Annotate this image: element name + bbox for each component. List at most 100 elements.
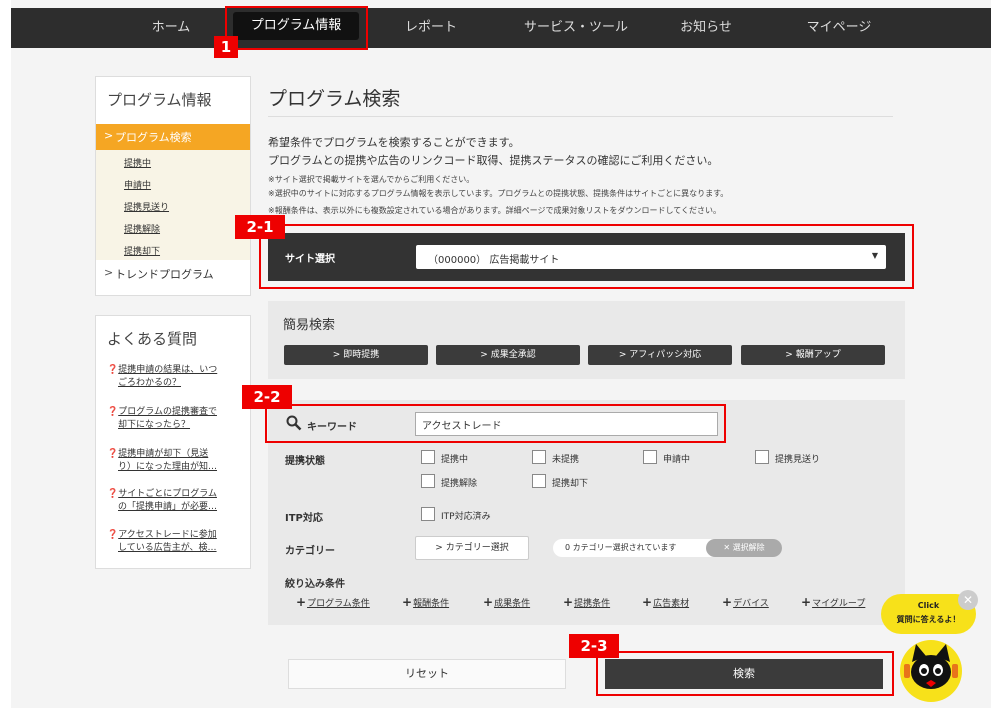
- tag-2-2: 2-2: [242, 385, 292, 409]
- faq-text: ❓アクセストレードに参加 している広告主が、検…: [107, 529, 247, 555]
- faq-line: している広告主が、検…: [118, 543, 217, 553]
- filters-label: 絞り込み条件: [285, 579, 345, 590]
- checkbox-status-cancelled[interactable]: [421, 474, 435, 488]
- faq-line: の「提携申請」が必要…: [118, 502, 218, 512]
- quick-btn-instant[interactable]: > 即時提携: [284, 345, 428, 365]
- quick-search-panel: 簡易検索 > 即時提携 > 成果全承認 > アフィパッシ対応 > 報酬アップ: [268, 301, 905, 379]
- highlight-box-1: [225, 6, 368, 50]
- sidebar-item-trend[interactable]: > トレンドプログラム: [96, 261, 250, 285]
- filter-label: デバイス: [733, 599, 769, 609]
- button-label: 選択解除: [732, 543, 765, 552]
- itp-label: ITP対応: [285, 513, 323, 524]
- highlight-box-2-1: [259, 224, 914, 289]
- category-select-button[interactable]: > カテゴリー選択: [415, 536, 529, 560]
- faq-line: ごろわかるの？: [118, 378, 182, 388]
- sidebar-subitem-rejected[interactable]: 提携却下: [124, 244, 160, 257]
- faq-text: ❓提携申請の結果は、いつ ごろわかるの？: [107, 364, 247, 390]
- plus-icon: +: [722, 595, 733, 609]
- description-line-1: 希望条件でプログラムを検索することができます。: [268, 136, 520, 149]
- sidebar-item-program-search[interactable]: > プログラム検索: [96, 124, 250, 150]
- nav-home[interactable]: ホーム: [121, 8, 221, 48]
- filter-label: マイグループ: [812, 599, 866, 609]
- sidebar-item-label: トレンドプログラム: [115, 268, 214, 281]
- status-label: 提携状態: [285, 456, 325, 467]
- filter-label: 提携条件: [574, 599, 611, 609]
- sidebar-subitem-applying[interactable]: 申請中: [124, 178, 151, 191]
- filter-reward-conditions[interactable]: +報酬条件: [402, 595, 449, 609]
- top-nav: ホーム レポート サービス・ツール お知らせ マイページ: [11, 8, 991, 48]
- category-label: カテゴリー: [285, 546, 335, 557]
- filter-ad-materials[interactable]: +広告素材: [642, 595, 689, 609]
- question-icon: ❓: [107, 530, 119, 540]
- filter-label: プログラム条件: [307, 599, 370, 609]
- nav-news[interactable]: お知らせ: [656, 8, 756, 48]
- faq-line: プログラムの提携審査で: [118, 407, 217, 417]
- nav-service-tools[interactable]: サービス・ツール: [501, 8, 651, 48]
- note-line-1: ※サイト選択で掲載サイトを選んでからご利用ください。: [268, 175, 475, 184]
- reset-button[interactable]: リセット: [288, 659, 566, 689]
- checkbox-status-rejected[interactable]: [532, 474, 546, 488]
- category-selected-text: 0 カテゴリー選択されています: [565, 543, 677, 552]
- faq-item[interactable]: ❓アクセストレードに参加 している広告主が、検…: [107, 529, 247, 555]
- quick-btn-reward-up[interactable]: > 報酬アップ: [741, 345, 885, 365]
- close-icon: ✕: [723, 543, 731, 552]
- nav-mypage[interactable]: マイページ: [789, 8, 889, 48]
- title-divider: [268, 116, 893, 117]
- faq-line: り）になった理由が知…: [118, 462, 218, 472]
- tag-1: 1: [214, 36, 238, 58]
- clear-selection-button[interactable]: ✕ 選択解除: [706, 539, 782, 557]
- highlight-box-2-2: [265, 404, 726, 443]
- faq-text: ❓提携申請が却下（見送 り）になった理由が知…: [107, 448, 247, 474]
- checkbox-status-active[interactable]: [421, 450, 435, 464]
- sidebar-item-label: プログラム検索: [115, 131, 192, 144]
- checkbox-label: ITP対応済み: [441, 512, 491, 522]
- quick-btn-all-approval[interactable]: > 成果全承認: [436, 345, 580, 365]
- sidebar-subitem-cancelled[interactable]: 提携解除: [124, 222, 160, 235]
- note-line-2: ※選択中のサイトに対応するプログラム情報を表示しています。プログラムとの提携状態…: [268, 189, 729, 198]
- faq-box: よくある質問 ❓提携申請の結果は、いつ ごろわかるの？ ❓プログラムの提携審査で却…: [95, 315, 251, 569]
- category-selection-pill: 0 カテゴリー選択されています ✕ 選択解除: [553, 539, 782, 557]
- close-icon[interactable]: ✕: [958, 590, 978, 610]
- button-label: 報酬アップ: [795, 350, 841, 360]
- nav-report[interactable]: レポート: [381, 8, 481, 48]
- checkbox-label: 未提携: [552, 455, 580, 465]
- helper-cat-mascot[interactable]: [896, 636, 966, 702]
- tag-2-3: 2-3: [569, 634, 619, 658]
- plus-icon: +: [402, 595, 413, 609]
- question-icon: ❓: [107, 449, 119, 459]
- checkbox-status-declined[interactable]: [755, 450, 769, 464]
- faq-text: ❓プログラムの提携審査で 却下になったら？: [107, 406, 247, 432]
- checkbox-status-not-partnered[interactable]: [532, 450, 546, 464]
- filter-my-group[interactable]: +マイグループ: [801, 595, 865, 609]
- filter-label: 成果条件: [494, 599, 531, 609]
- checkbox-itp[interactable]: [421, 507, 435, 521]
- checkbox-label: 提携解除: [441, 479, 478, 489]
- button-label: アフィパッシ対応: [629, 350, 702, 360]
- quick-btn-affipassy[interactable]: > アフィパッシ対応: [588, 345, 732, 365]
- page-title: プログラム検索: [268, 88, 401, 110]
- plus-icon: +: [563, 595, 574, 609]
- sidebar-subitem-declined[interactable]: 提携見送り: [124, 200, 169, 213]
- chevron-right-icon: >: [104, 266, 114, 279]
- faq-item[interactable]: ❓プログラムの提携審査で 却下になったら？: [107, 406, 247, 432]
- checkbox-status-applying[interactable]: [643, 450, 657, 464]
- sidebar-subitem-active[interactable]: 提携中: [124, 156, 151, 169]
- question-icon: ❓: [107, 489, 119, 499]
- button-label: 即時提携: [343, 350, 380, 360]
- filter-device[interactable]: +デバイス: [722, 595, 769, 609]
- help-bubble-line-2: 質問に答えるよ！: [896, 615, 961, 624]
- faq-item[interactable]: ❓提携申請の結果は、いつ ごろわかるの？: [107, 364, 247, 390]
- checkbox-label: 提携却下: [552, 479, 589, 489]
- faq-item[interactable]: ❓提携申請が却下（見送 り）になった理由が知…: [107, 448, 247, 474]
- sidebar-title: プログラム情報: [107, 91, 212, 109]
- tag-2-1: 2-1: [235, 215, 285, 239]
- filter-partnership-conditions[interactable]: +提携条件: [563, 595, 610, 609]
- filter-program-conditions[interactable]: +プログラム条件: [296, 595, 370, 609]
- filter-result-conditions[interactable]: +成果条件: [483, 595, 530, 609]
- plus-icon: +: [483, 595, 494, 609]
- faq-item[interactable]: ❓サイトごとにプログラム の「提携申請」が必要…: [107, 488, 247, 514]
- filter-label: 報酬条件: [413, 599, 450, 609]
- button-label: カテゴリー選択: [445, 543, 509, 553]
- question-icon: ❓: [107, 365, 119, 375]
- filter-label: 広告素材: [653, 599, 690, 609]
